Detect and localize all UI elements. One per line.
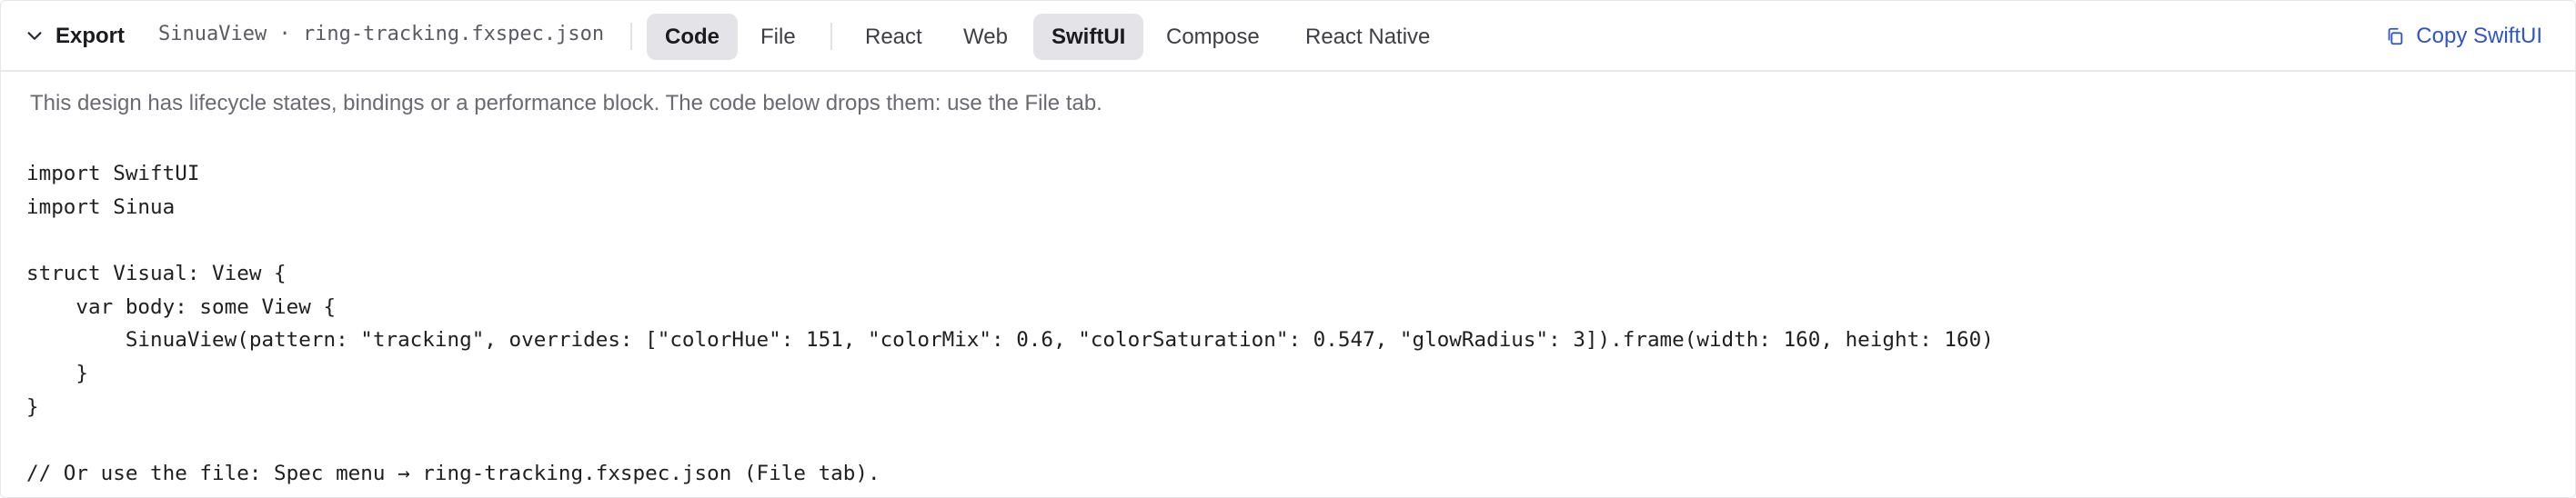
code-line: import Sinua — [26, 194, 176, 219]
copy-icon — [2388, 27, 2403, 45]
code-line: } — [26, 362, 89, 386]
toolbar-divider — [630, 23, 632, 50]
tab-react-native-label: React Native — [1305, 24, 1431, 49]
file-title: SinuaView · ring-tracking.fxspec.json — [158, 23, 605, 45]
chevron-down-icon — [27, 32, 42, 40]
code-line: // Or use the file: Spec menu → ring-tra… — [26, 462, 880, 486]
export-toolbar: Export SinuaView · ring-tracking.fxspec.… — [1, 1, 2575, 72]
tab-compose[interactable]: Compose — [1148, 14, 1278, 60]
tab-file-label: File — [760, 24, 796, 49]
code-line: } — [26, 394, 39, 419]
tab-react-native[interactable]: React Native — [1287, 14, 1448, 60]
tab-code-label: Code — [665, 24, 719, 49]
export-panel: Export SinuaView · ring-tracking.fxspec.… — [0, 0, 2576, 498]
tab-react-label: React — [865, 24, 922, 49]
tab-web[interactable]: Web — [945, 14, 1026, 60]
code-line: var body: some View { — [26, 294, 337, 319]
tab-code[interactable]: Code — [647, 14, 738, 60]
code-line: struct Visual: View { — [26, 262, 287, 286]
copy-code-button[interactable]: Copy SwiftUI — [2385, 21, 2542, 52]
lifecycle-notice: This design has lifecycle states, bindin… — [30, 91, 1102, 115]
tab-file[interactable]: File — [742, 14, 814, 60]
tab-swiftui-label: SwiftUI — [1052, 24, 1126, 49]
tab-swiftui[interactable]: SwiftUI — [1033, 14, 1144, 60]
tab-react[interactable]: React — [847, 14, 941, 60]
tab-compose-label: Compose — [1166, 24, 1260, 49]
code-line: SinuaView(pattern: "tracking", overrides… — [26, 328, 1994, 353]
copy-code-label: Copy SwiftUI — [2416, 24, 2542, 48]
code-block[interactable]: import SwiftUI import Sinua struct Visual:… — [26, 157, 1994, 491]
code-line: import SwiftUI — [26, 162, 200, 185]
tab-web-label: Web — [963, 24, 1008, 49]
export-collapse-toggle[interactable]: Export — [25, 21, 125, 52]
export-label: Export — [55, 24, 126, 48]
toolbar-divider — [830, 23, 832, 50]
